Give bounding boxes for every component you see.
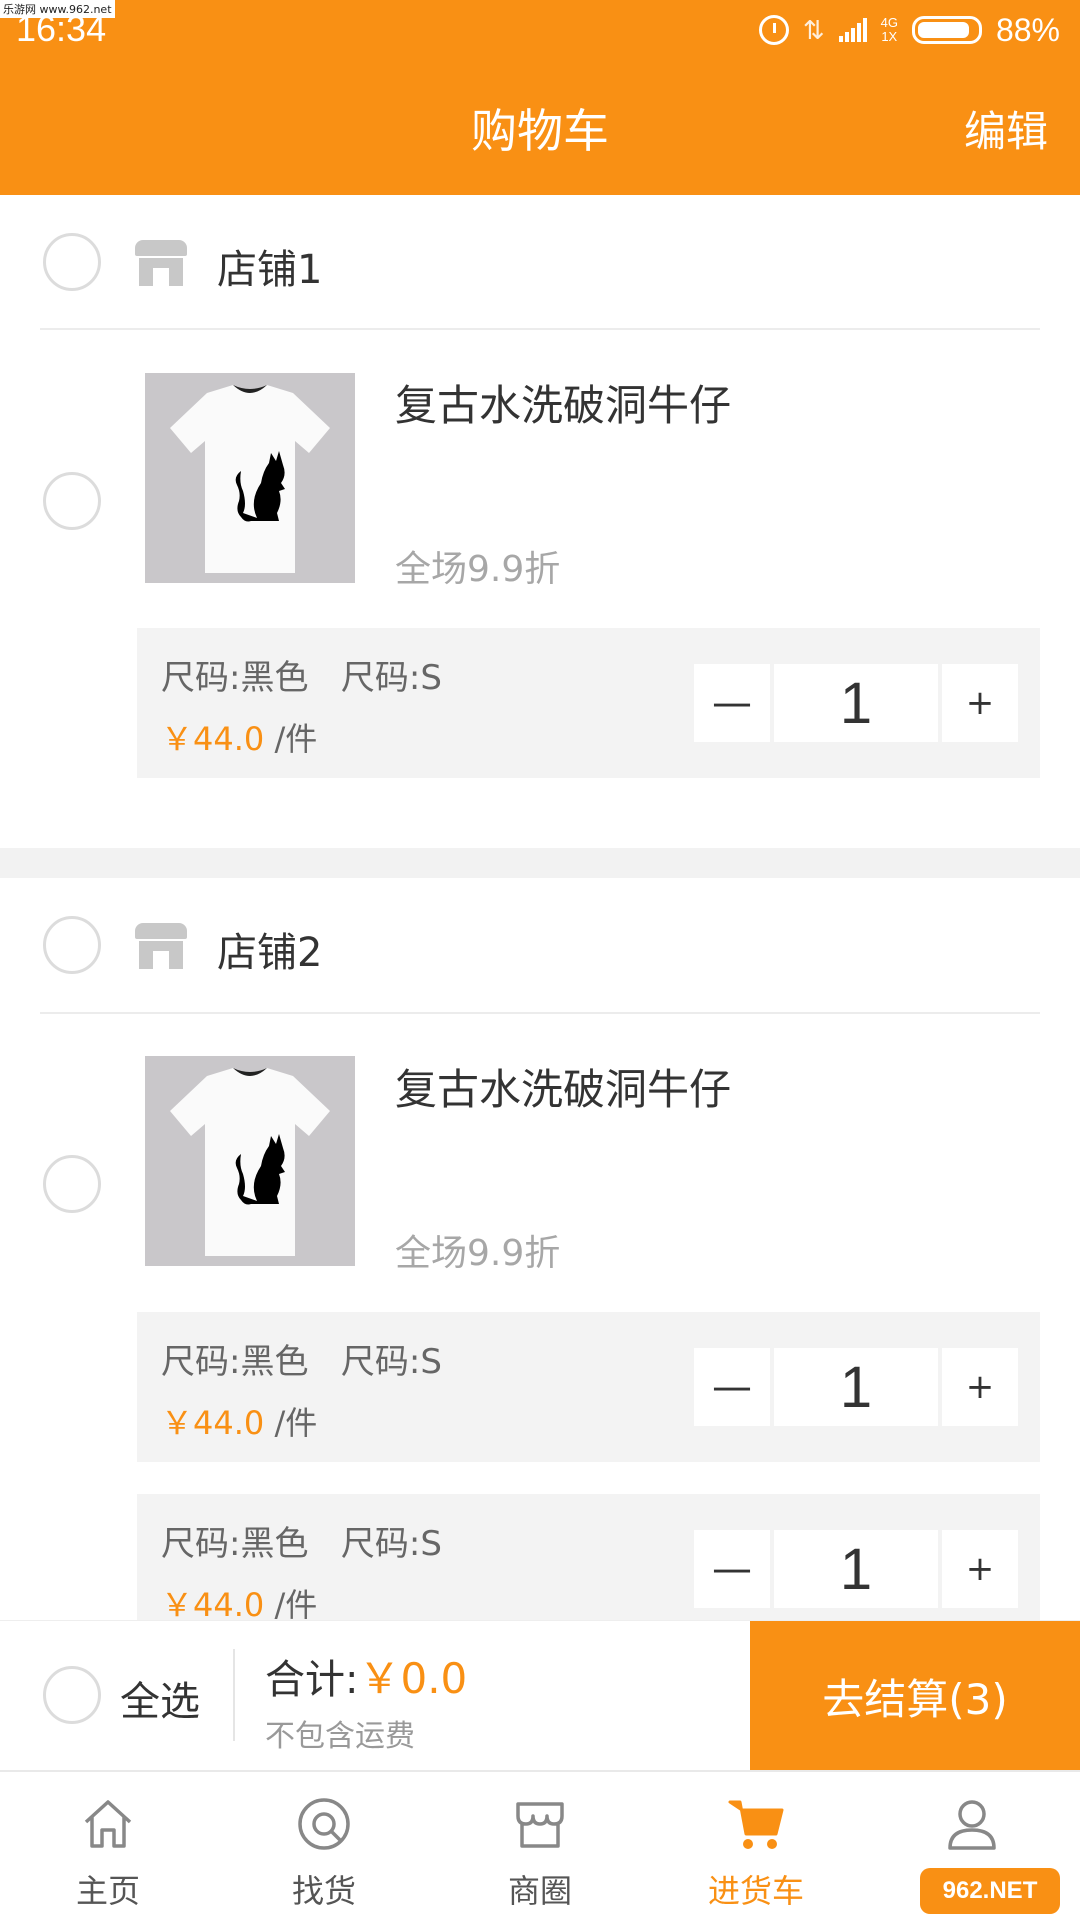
product-name[interactable]: 复古水洗破洞牛仔 (395, 372, 731, 433)
decrease-button[interactable]: — (694, 664, 770, 742)
select-all-radio[interactable] (43, 1666, 101, 1724)
sku-price: ￥44.0 (161, 720, 265, 758)
product-promo: 全场9.9折 (395, 1233, 561, 1274)
sku-spec: 尺码:黑色 尺码:S (161, 1524, 442, 1564)
quantity-stepper: — 1 + (694, 1530, 1018, 1608)
sku-row: 尺码:黑色 尺码:S ￥44.0 /件 — 1 + (137, 1312, 1040, 1462)
tab-label: 找货 (291, 1872, 356, 1910)
product-select-radio[interactable] (43, 1155, 101, 1213)
total-value: ￥0.0 (358, 1654, 468, 1703)
sku-spec: 尺码:黑色 尺码:S (161, 1342, 442, 1382)
product-name[interactable]: 复古水洗破洞牛仔 (395, 1056, 731, 1117)
sku-unit: /件 (274, 1404, 318, 1442)
tab-label: 商圈 (507, 1872, 572, 1910)
increase-button[interactable]: + (942, 1348, 1018, 1426)
total-label: 合计: (265, 1657, 359, 1703)
quantity-stepper: — 1 + (694, 664, 1018, 742)
total-line: 合计:￥0.0 (265, 1645, 467, 1706)
signal-icon (838, 18, 867, 42)
battery-icon (911, 16, 982, 44)
sku-price-line: ￥44.0 /件 (161, 714, 317, 760)
tab-search[interactable]: 找货 (216, 1772, 432, 1920)
section-gap (0, 848, 1080, 878)
brand-watermark: 962.NET (920, 1868, 1060, 1914)
status-icons: ⇅ 4G 1X 88% (758, 8, 1060, 52)
sku-price: ￥44.0 (161, 1404, 265, 1442)
tab-cart[interactable]: 进货车 (648, 1772, 864, 1920)
store-icon (135, 240, 187, 286)
tab-label: 主页 (75, 1872, 140, 1910)
status-bar: 乐游网 www.962.net 16:34 ⇅ 4G 1X 88% (0, 0, 1080, 60)
checkout-button[interactable]: 去结算(3) (750, 1621, 1080, 1771)
home-icon (84, 1800, 132, 1848)
checkout-bar: 全选 合计:￥0.0 不包含运费 去结算(3) (0, 1620, 1080, 1771)
shop-header: 店铺1 (0, 195, 1080, 330)
alarm-icon (758, 15, 789, 45)
data-arrows-icon: ⇅ (802, 14, 825, 45)
user-icon (948, 1800, 996, 1850)
sku-price-line: ￥44.0 /件 (161, 1398, 317, 1444)
bottom-tab-bar: 主页 找货 商圈 进货车 我的 (0, 1770, 1080, 1920)
product-image[interactable] (145, 1056, 355, 1266)
decrease-button[interactable]: — (694, 1530, 770, 1608)
tab-label: 进货车 (707, 1872, 804, 1910)
increase-button[interactable]: + (942, 664, 1018, 742)
sku-spec: 尺码:黑色 尺码:S (161, 658, 442, 698)
shop-select-radio[interactable] (43, 916, 101, 974)
page-title: 购物车 (471, 104, 609, 158)
shop-select-radio[interactable] (43, 233, 101, 291)
sku-row: 尺码:黑色 尺码:S ￥44.0 /件 — 1 + (137, 628, 1040, 778)
sku-unit: /件 (274, 1586, 318, 1624)
store-icon (516, 1802, 564, 1848)
edit-button[interactable]: 编辑 (964, 98, 1048, 159)
quantity-value[interactable]: 1 (774, 1530, 938, 1608)
shop-header: 店铺2 (0, 878, 1080, 1013)
store-icon (135, 923, 187, 969)
decrease-button[interactable]: — (694, 1348, 770, 1426)
clock: 16:34 (16, 8, 107, 49)
battery-percent: 88% (995, 11, 1060, 48)
shop-name[interactable]: 店铺1 (217, 237, 322, 295)
quantity-value[interactable]: 1 (774, 1348, 938, 1426)
tab-business-circle[interactable]: 商圈 (432, 1772, 648, 1920)
quantity-value[interactable]: 1 (774, 664, 938, 742)
increase-button[interactable]: + (942, 1530, 1018, 1608)
shop-name[interactable]: 店铺2 (217, 920, 322, 978)
divider (40, 1012, 1040, 1014)
product-image[interactable] (145, 373, 355, 583)
shipping-note: 不包含运费 (265, 1719, 415, 1754)
select-all-label[interactable]: 全选 (120, 1669, 200, 1727)
divider (40, 328, 1040, 330)
quantity-stepper: — 1 + (694, 1348, 1018, 1426)
product-select-radio[interactable] (43, 472, 101, 530)
sku-price: ￥44.0 (161, 1586, 265, 1624)
network-type: 4G 1X (880, 15, 898, 44)
product-promo: 全场9.9折 (395, 549, 561, 590)
search-icon (298, 1798, 350, 1850)
divider (233, 1649, 235, 1741)
app-header: 乐游网 www.962.net 16:34 ⇅ 4G 1X 88% 购物车 编辑 (0, 0, 1080, 195)
tab-home[interactable]: 主页 (0, 1772, 216, 1920)
sku-unit: /件 (274, 720, 318, 758)
cart-icon (728, 1800, 784, 1849)
